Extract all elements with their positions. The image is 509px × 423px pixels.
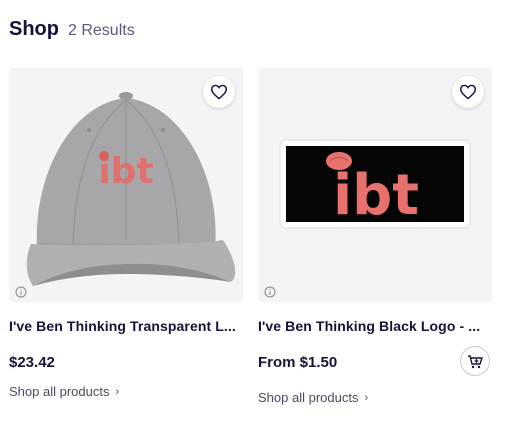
product-price: $23.42 — [9, 354, 55, 371]
add-to-cart-button[interactable] — [460, 346, 490, 376]
product-price: From $1.50 — [258, 354, 338, 371]
page-title: Shop — [9, 18, 59, 40]
info-icon[interactable] — [264, 286, 276, 298]
heart-icon — [210, 84, 228, 100]
info-icon[interactable] — [15, 286, 27, 298]
favorite-button[interactable] — [452, 76, 484, 108]
results-header: Shop 2 Results — [9, 18, 135, 41]
product-card[interactable]: ibt I've Ben Thinking Transparent L... $… — [9, 68, 243, 399]
product-image[interactable]: ibt — [9, 68, 243, 302]
result-count: 2 Results — [68, 22, 135, 39]
svg-text:ibt: ibt — [333, 163, 419, 228]
chevron-right-icon: › — [364, 391, 369, 404]
heart-icon — [459, 84, 477, 100]
shop-all-products-link[interactable]: Shop all products › — [9, 384, 243, 399]
shop-link-label: Shop all products — [258, 390, 359, 405]
favorite-button[interactable] — [203, 76, 235, 108]
add-to-cart-icon — [468, 354, 483, 368]
product-image[interactable]: ibt — [258, 68, 492, 302]
product-card[interactable]: ibt I've Ben Thinking Black Logo - ... F… — [258, 68, 492, 405]
shop-all-products-link[interactable]: Shop all products › — [258, 390, 492, 405]
shop-link-label: Shop all products — [9, 384, 110, 399]
product-title[interactable]: I've Ben Thinking Black Logo - ... — [258, 318, 488, 334]
product-title[interactable]: I've Ben Thinking Transparent L... — [9, 318, 239, 334]
chevron-right-icon: › — [115, 385, 120, 398]
